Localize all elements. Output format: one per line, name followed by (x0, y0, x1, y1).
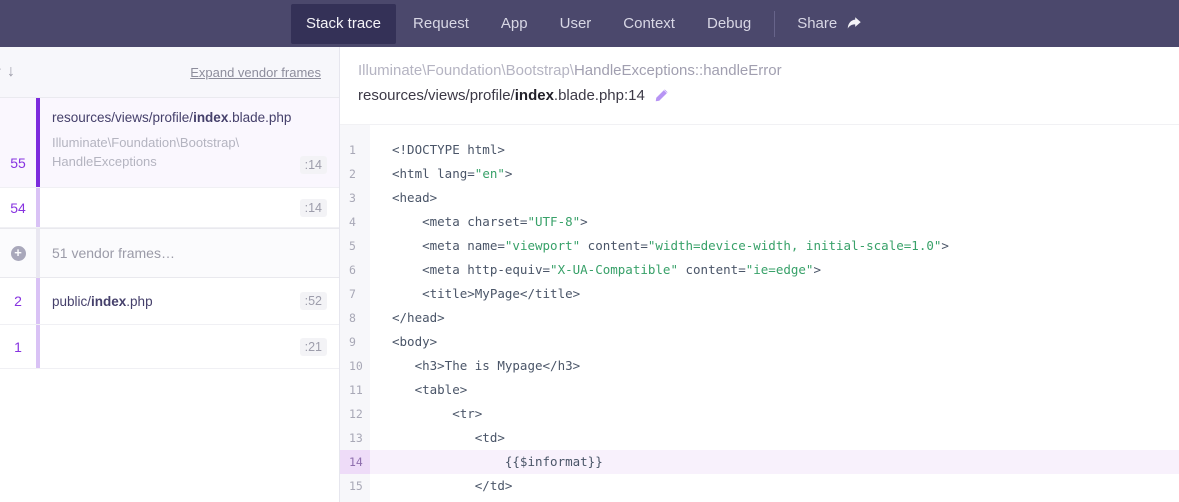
code-line: 2<html lang="en"> (340, 162, 1179, 186)
topbar-divider (774, 11, 775, 37)
code-text: <meta http-equiv="X-UA-Compatible" conte… (370, 258, 821, 282)
frame-body: :14 (40, 188, 339, 227)
frame-number: 55 (0, 98, 36, 187)
code-text: <meta charset="UTF-8"> (370, 210, 588, 234)
line-number: 4 (340, 210, 370, 234)
code-line: 4 <meta charset="UTF-8"> (340, 210, 1179, 234)
code-text: </td> (370, 474, 512, 498)
code-line: 15 </td> (340, 474, 1179, 498)
line-number: 14 (340, 450, 370, 474)
stack-frame-55[interactable]: 55 resources/views/profile/index.blade.p… (0, 98, 339, 188)
code-text: <meta name="viewport" content="width=dev… (370, 234, 949, 258)
expand-vendor-frames-link[interactable]: Expand vendor frames (190, 65, 321, 80)
share-icon (846, 16, 862, 32)
code-line: 12 <tr> (340, 402, 1179, 426)
frame-line-badge: :21 (300, 338, 327, 356)
frame-number: 54 (0, 188, 36, 227)
stack-frames-sidebar: ↑ ↓ Expand vendor frames 55 resources/vi… (0, 47, 340, 502)
line-number: 5 (340, 234, 370, 258)
exception-class: Illuminate\Foundation\Bootstrap\HandleEx… (358, 61, 1179, 81)
vendor-frames-label: 51 vendor frames… (40, 245, 175, 261)
frame-line-badge: :14 (300, 199, 327, 217)
code-line: 6 <meta http-equiv="X-UA-Compatible" con… (340, 258, 1179, 282)
code-line: 5 <meta name="viewport" content="width=d… (340, 234, 1179, 258)
stack-frame-54[interactable]: 54 :14 (0, 188, 339, 228)
line-number: 6 (340, 258, 370, 282)
tab-stack-trace[interactable]: Stack trace (291, 4, 396, 44)
code-line: 10 <h3>The is Mypage</h3> (340, 354, 1179, 378)
frame-file-path: public/index.php (52, 294, 325, 309)
frame-body: public/index.php :52 (40, 278, 339, 324)
line-number: 8 (340, 306, 370, 330)
code-text: <!DOCTYPE html> (370, 138, 505, 162)
code-text: </head> (370, 306, 445, 330)
code-text: <title>MyPage</title> (370, 282, 580, 306)
line-number: 15 (340, 474, 370, 498)
edit-in-editor-icon[interactable] (654, 89, 668, 103)
frame-class-name: Illuminate\Foundation\Bootstrap\ HandleE… (52, 134, 325, 172)
code-text: <tr> (370, 402, 482, 426)
tab-app[interactable]: App (486, 4, 543, 44)
code-text: <html lang="en"> (370, 162, 512, 186)
code-line: 8</head> (340, 306, 1179, 330)
stack-frame-2[interactable]: 2 public/index.php :52 (0, 278, 339, 325)
frame-body: :21 (40, 325, 339, 368)
code-line: 14 {{$informat}} (340, 450, 1179, 474)
top-navigation-bar: Stack trace Request App User Context Deb… (0, 0, 1179, 47)
line-number: 9 (340, 330, 370, 354)
expand-plus-icon[interactable]: + (11, 246, 26, 261)
frame-down-arrow-icon[interactable]: ↓ (5, 63, 17, 81)
tab-user[interactable]: User (545, 4, 607, 44)
code-viewer: 1<!DOCTYPE html>2<html lang="en">3<head>… (340, 124, 1179, 502)
stack-frame-1[interactable]: 1 :21 (0, 325, 339, 369)
vendor-gutter: + (0, 229, 36, 277)
vendor-frames-row[interactable]: + 51 vendor frames… (0, 228, 339, 278)
code-line: 11 <table> (340, 378, 1179, 402)
line-number: 10 (340, 354, 370, 378)
code-line: 13 <td> (340, 426, 1179, 450)
tab-context[interactable]: Context (608, 4, 690, 44)
code-text: <table> (370, 378, 467, 402)
line-number: 7 (340, 282, 370, 306)
open-file-path: resources/views/profile/index.blade.php:… (358, 86, 1179, 106)
code-lines: 1<!DOCTYPE html>2<html lang="en">3<head>… (340, 138, 1179, 498)
tab-debug[interactable]: Debug (692, 4, 766, 44)
share-label: Share (797, 15, 837, 32)
code-text: <body> (370, 330, 437, 354)
share-button[interactable]: Share (787, 15, 872, 32)
code-line: 9<body> (340, 330, 1179, 354)
frame-line-badge: :52 (300, 292, 327, 310)
frame-number: 2 (0, 278, 36, 324)
line-number: 2 (340, 162, 370, 186)
line-number: 12 (340, 402, 370, 426)
code-panel: Illuminate\Foundation\Bootstrap\HandleEx… (340, 47, 1179, 502)
frame-file-path: resources/views/profile/index.blade.php (52, 110, 325, 125)
code-text: <td> (370, 426, 505, 450)
code-text: <h3>The is Mypage</h3> (370, 354, 580, 378)
code-text: {{$informat}} (370, 450, 603, 474)
frame-number: 1 (0, 325, 36, 368)
code-line: 3<head> (340, 186, 1179, 210)
frame-body: resources/views/profile/index.blade.php … (40, 98, 339, 187)
line-number: 13 (340, 426, 370, 450)
tab-request[interactable]: Request (398, 4, 484, 44)
frame-nav-arrows: ↑ ↓ (0, 63, 17, 81)
code-text: <head> (370, 186, 437, 210)
code-line: 7 <title>MyPage</title> (340, 282, 1179, 306)
line-number: 11 (340, 378, 370, 402)
sidebar-header: ↑ ↓ Expand vendor frames (0, 47, 339, 98)
code-panel-header: Illuminate\Foundation\Bootstrap\HandleEx… (340, 47, 1179, 124)
frame-line-badge: :14 (300, 156, 327, 174)
code-line: 1<!DOCTYPE html> (340, 138, 1179, 162)
line-number: 1 (340, 138, 370, 162)
line-number: 3 (340, 186, 370, 210)
